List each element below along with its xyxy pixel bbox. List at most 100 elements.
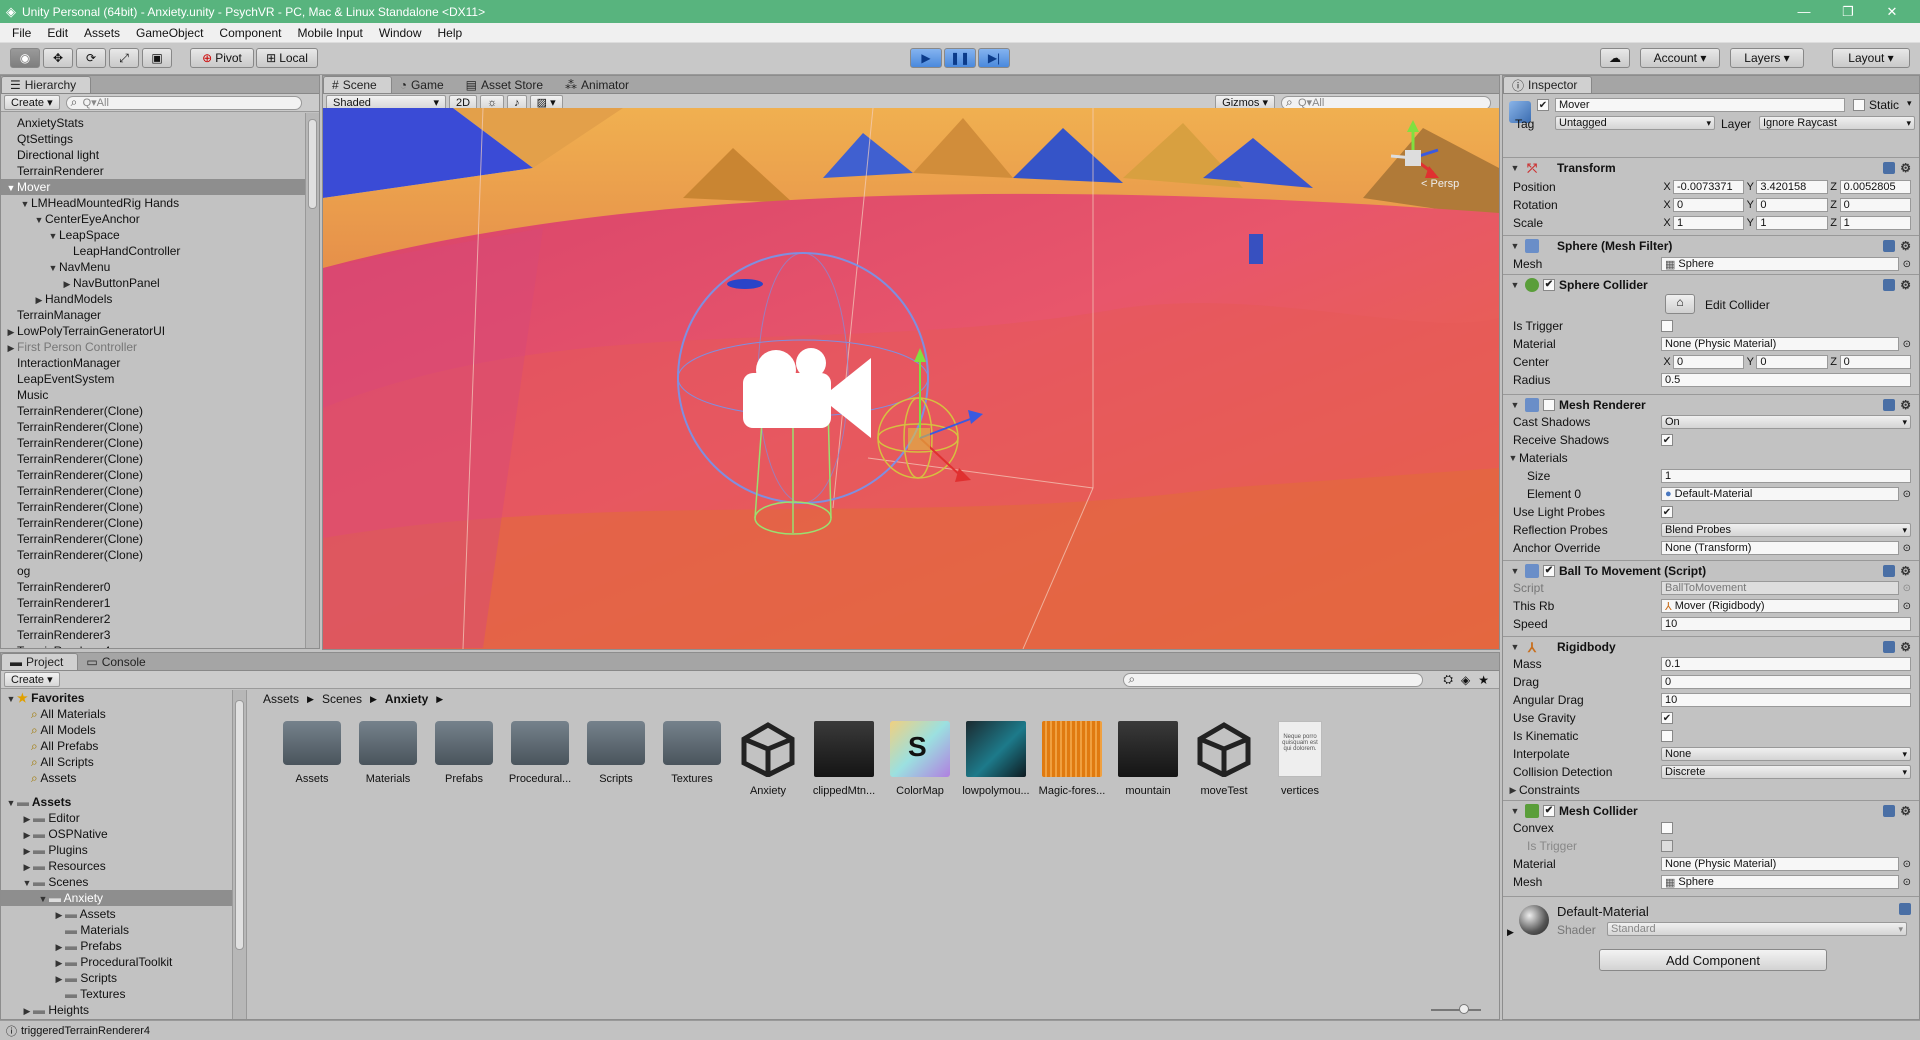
help-book-icon[interactable]: [1883, 278, 1895, 291]
gear-icon[interactable]: ⚙: [1900, 564, 1911, 578]
filter-type-icon[interactable]: ⛭: [1443, 672, 1453, 687]
tree-item[interactable]: ▶ ▬ Editor: [1, 810, 246, 826]
is-kinematic-checkbox[interactable]: [1661, 730, 1673, 742]
local-button[interactable]: ⊞ Local: [256, 48, 318, 68]
cast-shadows-dropdown[interactable]: On ▾: [1661, 415, 1911, 429]
favorite-item[interactable]: ⌕ All Scripts: [1, 754, 246, 770]
expand-arrow-icon[interactable]: ▶: [61, 276, 73, 292]
hierarchy-item[interactable]: ▶ First Person Controller: [1, 339, 305, 355]
position-y[interactable]: 3.420158: [1756, 180, 1828, 194]
hierarchy-create-button[interactable]: Create ▾: [4, 95, 60, 110]
scale-x[interactable]: 1: [1673, 216, 1745, 230]
tree-scrollbar[interactable]: [232, 690, 246, 1019]
object-picker-icon[interactable]: ⊙: [1903, 877, 1911, 888]
asset-item[interactable]: Procedural...: [505, 721, 575, 785]
hierarchy-item[interactable]: TerrainRenderer(Clone): [1, 451, 305, 467]
layout-dropdown[interactable]: Layout ▾: [1832, 48, 1910, 68]
tree-item[interactable]: ▶ ▬ Plugins: [1, 842, 246, 858]
help-book-icon[interactable]: [1883, 804, 1895, 817]
hierarchy-item[interactable]: TerrainRenderer(Clone): [1, 547, 305, 563]
hierarchy-item[interactable]: TerrainRenderer(Clone): [1, 435, 305, 451]
tab-project[interactable]: ▬ Project: [1, 653, 79, 670]
project-create-button[interactable]: Create ▾: [4, 672, 60, 687]
rect-tool-button[interactable]: ▣: [142, 48, 172, 68]
rotation-y[interactable]: 0: [1756, 198, 1828, 212]
tree-item[interactable]: ▶ ▬ Prefabs: [1, 938, 246, 954]
help-book-icon[interactable]: [1883, 640, 1895, 653]
collider-material-field[interactable]: None (Physic Material): [1661, 337, 1899, 351]
project-search-input[interactable]: [1123, 672, 1424, 687]
expand-arrow-icon[interactable]: ▼: [37, 891, 49, 907]
expand-arrow-icon[interactable]: ▶: [21, 859, 33, 875]
asset-item[interactable]: Prefabs: [429, 721, 499, 785]
asset-item[interactable]: Materials: [353, 721, 423, 785]
gear-icon[interactable]: ⚙: [1900, 804, 1911, 818]
hierarchy-item[interactable]: TerrainRenderer: [1, 163, 305, 179]
hierarchy-item[interactable]: AnxietyStats: [1, 115, 305, 131]
anchor-override-field[interactable]: None (Transform): [1661, 541, 1899, 555]
hierarchy-item[interactable]: TerrainRenderer(Clone): [1, 467, 305, 483]
tab-asset-store[interactable]: ▤ Asset Store: [458, 76, 557, 93]
rotation-x[interactable]: 0: [1673, 198, 1745, 212]
pause-button[interactable]: ❚❚: [944, 48, 976, 68]
expand-arrow-icon[interactable]: ▶: [53, 955, 65, 971]
size-field[interactable]: 1: [1661, 469, 1911, 483]
status-message[interactable]: triggeredTerrainRenderer4: [21, 1025, 150, 1037]
step-button[interactable]: ▶|: [978, 48, 1010, 68]
hierarchy-item[interactable]: ▶ HandModels: [1, 291, 305, 307]
edit-collider-button[interactable]: ⌂: [1665, 294, 1695, 314]
hierarchy-item[interactable]: ▶ LowPolyTerrainGeneratorUI: [1, 323, 305, 339]
receive-shadows-checkbox[interactable]: ✔: [1661, 434, 1673, 446]
asset-item[interactable]: Neque porro quisquam est qui dolorem. ver…: [1265, 721, 1335, 797]
scene-viewport[interactable]: < Persp: [323, 108, 1499, 649]
hierarchy-item[interactable]: TerrainRenderer(Clone): [1, 531, 305, 547]
mesh-renderer-header[interactable]: ▼ Mesh Renderer ⚙: [1503, 394, 1919, 414]
expand-arrow-icon[interactable]: ▼: [33, 212, 45, 228]
hierarchy-item[interactable]: TerrainRenderer3: [1, 627, 305, 643]
expand-arrow-icon[interactable]: ▶: [21, 843, 33, 859]
favorite-item[interactable]: ⌕ All Models: [1, 722, 246, 738]
move-tool-button[interactable]: ✥: [43, 48, 73, 68]
position-x[interactable]: -0.0073371: [1673, 180, 1745, 194]
mesh-filter-header[interactable]: ▼ Sphere (Mesh Filter) ⚙: [1503, 235, 1919, 255]
asset-item[interactable]: mountain: [1113, 721, 1183, 797]
hierarchy-search-input[interactable]: Q▾All: [65, 95, 302, 110]
tree-item[interactable]: ▬ Textures: [1, 986, 246, 1002]
expand-arrow-icon[interactable]: ▼: [19, 196, 31, 212]
tree-item[interactable]: ▶ ▬ OSPNative: [1, 826, 246, 842]
hierarchy-item[interactable]: ▼ LeapSpace: [1, 227, 305, 243]
expand-arrow-icon[interactable]: ▶: [21, 1003, 33, 1019]
object-picker-icon[interactable]: ⊙: [1903, 543, 1911, 554]
hierarchy-item[interactable]: TerrainRenderer(Clone): [1, 419, 305, 435]
scroll-thumb[interactable]: [308, 119, 317, 209]
tree-item[interactable]: ▼ ▬ Scenes: [1, 874, 246, 890]
gear-icon[interactable]: ⚙: [1900, 161, 1911, 175]
mc-material-field[interactable]: None (Physic Material): [1661, 857, 1899, 871]
favorite-item[interactable]: ⌕ All Prefabs: [1, 738, 246, 754]
mesh-collider-enabled[interactable]: ✔: [1543, 804, 1555, 817]
tree-item[interactable]: ▬ Materials: [1, 922, 246, 938]
scale-z[interactable]: 1: [1839, 216, 1911, 230]
name-field[interactable]: Mover: [1555, 98, 1845, 112]
hierarchy-item[interactable]: ▼ CenterEyeAnchor: [1, 211, 305, 227]
expand-arrow-icon[interactable]: ▼: [47, 228, 59, 244]
favorite-star-icon[interactable]: ★: [1478, 673, 1489, 687]
breadcrumb-anxiety[interactable]: Anxiety: [385, 692, 428, 706]
help-book-icon[interactable]: [1899, 903, 1911, 915]
hierarchy-item[interactable]: ▶ NavButtonPanel: [1, 275, 305, 291]
use-gravity-checkbox[interactable]: ✔: [1661, 712, 1673, 724]
help-book-icon[interactable]: [1883, 398, 1895, 411]
layer-dropdown[interactable]: Ignore Raycast ▾: [1759, 116, 1915, 130]
center-x[interactable]: 0: [1673, 355, 1745, 369]
asset-item[interactable]: Magic-fores...: [1037, 721, 1107, 797]
hierarchy-item[interactable]: LeapHandController: [1, 243, 305, 259]
tab-scene[interactable]: # Scene: [323, 76, 392, 93]
hierarchy-item[interactable]: TerrainRenderer2: [1, 611, 305, 627]
expand-arrow-icon[interactable]: ▼: [47, 260, 59, 276]
maximize-button[interactable]: ❐: [1826, 0, 1870, 23]
constraints-row[interactable]: ▶ Constraints: [1507, 781, 1911, 799]
materials-row[interactable]: ▼ Materials: [1507, 449, 1911, 467]
material-expand-arrow[interactable]: ▶: [1507, 927, 1514, 938]
reflection-probes-dropdown[interactable]: Blend Probes ▾: [1661, 523, 1911, 537]
expand-arrow-icon[interactable]: ▶: [21, 827, 33, 843]
